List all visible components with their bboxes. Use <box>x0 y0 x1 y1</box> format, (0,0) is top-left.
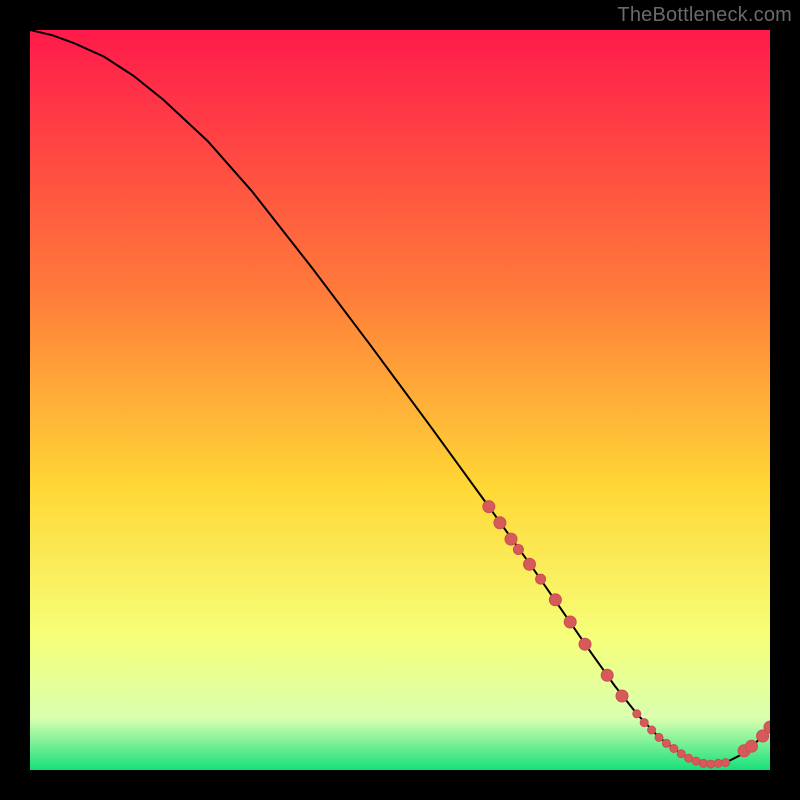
curve-marker <box>505 533 517 545</box>
curve-marker <box>633 710 641 718</box>
curve-marker <box>513 545 523 555</box>
curve-marker <box>616 690 628 702</box>
curve-marker <box>692 757 700 765</box>
chart-stage: TheBottleneck.com <box>0 0 800 800</box>
curve-marker <box>722 759 730 767</box>
watermark-text: TheBottleneck.com <box>617 4 792 27</box>
curve-marker <box>564 616 576 628</box>
chart-plot-area <box>30 30 770 770</box>
curve-marker <box>707 760 715 768</box>
curve-marker <box>655 733 663 741</box>
curve-marker <box>483 501 495 513</box>
curve-marker <box>699 759 707 767</box>
curve-marker <box>536 574 546 584</box>
gradient-background <box>30 30 770 770</box>
curve-marker <box>524 558 536 570</box>
curve-marker <box>685 754 693 762</box>
curve-marker <box>648 726 656 734</box>
curve-marker <box>714 759 722 767</box>
curve-marker <box>494 517 506 529</box>
curve-marker <box>746 740 758 752</box>
curve-marker <box>601 669 613 681</box>
curve-marker <box>677 750 685 758</box>
curve-marker <box>670 745 678 753</box>
curve-marker <box>549 594 561 606</box>
curve-marker <box>662 739 670 747</box>
chart-svg <box>30 30 770 770</box>
curve-marker <box>640 719 648 727</box>
curve-marker <box>579 638 591 650</box>
